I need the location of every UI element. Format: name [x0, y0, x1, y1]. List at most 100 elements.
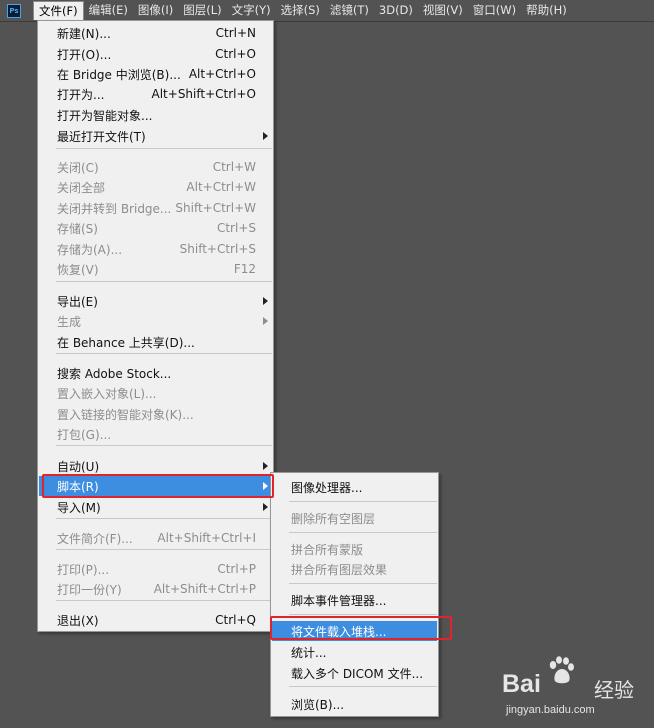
file-menu-item-label: 关闭全部 — [57, 180, 106, 195]
file-menu-item-label: 在 Bridge 中浏览(B)... — [57, 67, 181, 82]
file-menu-item-15[interactable]: 搜索 Adobe Stock... — [39, 363, 272, 383]
file-menu-item-16: 置入嵌入对象(L)... — [39, 383, 272, 403]
file-menu-item-shortcut: Ctrl+O — [215, 47, 256, 61]
menubar-help[interactable]: 帮助(H) — [521, 1, 572, 20]
menubar-filter[interactable]: 滤镜(T) — [325, 1, 374, 20]
script-menu-item-2: 拼合所有蒙版 — [272, 539, 437, 559]
file-menu-item-5[interactable]: 最近打开文件(T) — [39, 126, 272, 146]
file-menu-item-shortcut: Ctrl+P — [217, 562, 256, 576]
script-menu-item-7[interactable]: 载入多个 DICOM 文件... — [272, 663, 437, 683]
menubar-view[interactable]: 视图(V) — [418, 1, 468, 20]
file-menu-item-label: 搜索 Adobe Stock... — [57, 366, 172, 381]
submenu-arrow-icon — [263, 482, 268, 490]
file-menu-item-2[interactable]: 在 Bridge 中浏览(B)... Alt+Ctrl+O — [39, 64, 272, 84]
file-menu-item-1[interactable]: 打开(O)... Ctrl+O — [39, 44, 272, 64]
script-menu-item-8[interactable]: 浏览(B)... — [272, 694, 437, 714]
script-menu-item-label: 浏览(B)... — [291, 697, 345, 712]
file-menu-separator — [56, 445, 272, 446]
file-menu-item-8: 关闭并转到 Bridge... Shift+Ctrl+W — [39, 198, 272, 218]
file-menu-item-24: 打印一份(Y) Alt+Shift+Ctrl+P — [39, 579, 272, 599]
file-menu-item-12[interactable]: 导出(E) — [39, 291, 272, 311]
file-menu-item-shortcut: F12 — [233, 262, 256, 276]
file-menu-item-14[interactable]: 在 Behance 上共享(D)... — [39, 332, 272, 352]
file-menu-item-23: 打印(P)... Ctrl+P — [39, 559, 272, 579]
file-menu-item-label: 打开为智能对象... — [57, 108, 153, 123]
file-menu-item-label: 置入链接的智能对象(K)... — [57, 407, 194, 422]
file-menu-item-shortcut: Alt+Ctrl+W — [186, 180, 256, 194]
menubar-type[interactable]: 文字(Y) — [227, 1, 276, 20]
script-menu-separator — [289, 501, 437, 502]
file-menu-item-label: 新建(N)... — [57, 26, 111, 41]
file-menu-item-17: 置入链接的智能对象(K)... — [39, 404, 272, 424]
file-menu-item-label: 退出(X) — [57, 613, 99, 628]
baidu-jingyan-watermark: Bai 经验 jingyan.baidu.com — [500, 656, 650, 724]
file-menu-item-18: 打包(G)... — [39, 424, 272, 444]
file-menu-item-19[interactable]: 自动(U) — [39, 456, 272, 476]
script-menu-item-label: 脚本事件管理器... — [291, 593, 387, 608]
file-menu-item-label: 在 Behance 上共享(D)... — [57, 335, 195, 350]
file-menu-item-3[interactable]: 打开为... Alt+Shift+Ctrl+O — [39, 84, 272, 104]
menubar-file[interactable]: 文件(F) — [33, 1, 84, 20]
file-menu-item-shortcut: Ctrl+Q — [215, 613, 256, 627]
file-menu-item-shortcut: Alt+Ctrl+O — [188, 67, 256, 81]
file-menu-item-shortcut: Shift+Ctrl+W — [175, 201, 256, 215]
file-menu-item-label: 打开(O)... — [57, 47, 112, 62]
file-menu-item-label: 导出(E) — [57, 294, 98, 309]
file-menu-item-label: 存储(S) — [57, 221, 98, 236]
file-menu-item-label: 打印一份(Y) — [57, 582, 122, 597]
file-menu-separator — [56, 353, 272, 354]
file-menu-item-label: 导入(M) — [57, 500, 101, 515]
menubar-edit[interactable]: 编辑(E) — [84, 1, 133, 20]
file-menu-item-20[interactable]: 脚本(R) — [39, 476, 272, 496]
file-menu-item-label: 恢复(V) — [57, 262, 99, 277]
file-menu: 新建(N)... Ctrl+N 打开(O)... Ctrl+O 在 Bridge 中浏览… — [37, 20, 274, 632]
script-menu-item-0[interactable]: 图像处理器... — [272, 477, 437, 497]
file-menu-item-label: 生成 — [57, 314, 82, 329]
menubar-layer[interactable]: 图层(L) — [178, 1, 226, 20]
file-menu-item-label: 打印(P)... — [57, 562, 110, 577]
file-menu-item-label: 打开为... — [57, 87, 105, 102]
submenu-arrow-icon — [263, 317, 268, 325]
file-menu-item-4[interactable]: 打开为智能对象... — [39, 105, 272, 125]
script-menu-item-label: 拼合所有图层效果 — [291, 562, 388, 577]
file-menu-item-9: 存储(S) Ctrl+S — [39, 218, 272, 238]
menubar-3d[interactable]: 3D(D) — [374, 1, 418, 20]
file-menu-item-0[interactable]: 新建(N)... Ctrl+N — [39, 23, 272, 43]
script-menu-item-4[interactable]: 脚本事件管理器... — [272, 590, 437, 610]
file-menu-item-label: 最近打开文件(T) — [57, 129, 146, 144]
file-menu-item-shortcut: Alt+Shift+Ctrl+I — [157, 531, 256, 545]
file-menu-item-label: 打包(G)... — [57, 427, 112, 442]
script-menu-separator — [289, 686, 437, 687]
script-menu-separator — [289, 532, 437, 533]
file-menu-item-label: 文件简介(F)... — [57, 531, 133, 546]
file-menu-item-shortcut: Ctrl+S — [216, 221, 256, 235]
submenu-arrow-icon — [263, 132, 268, 140]
menubar-select[interactable]: 选择(S) — [276, 1, 325, 20]
file-menu-separator — [56, 281, 272, 282]
file-menu-item-shortcut: Ctrl+N — [215, 26, 256, 40]
script-submenu: 图像处理器... 删除所有空图层 拼合所有蒙版拼合所有图层效果 脚本事件管理器... 将… — [270, 472, 439, 717]
file-menu-item-25[interactable]: 退出(X) Ctrl+Q — [39, 610, 272, 630]
file-menu-item-11: 恢复(V) F12 — [39, 259, 272, 279]
script-menu-item-5[interactable]: 将文件载入堆栈... — [272, 621, 437, 641]
script-menu-item-label: 统计... — [291, 645, 327, 660]
file-menu-item-label: 脚本(R) — [57, 479, 99, 494]
file-menu-separator — [56, 600, 272, 601]
script-menu-item-6[interactable]: 统计... — [272, 642, 437, 662]
file-menu-item-21[interactable]: 导入(M) — [39, 497, 272, 517]
script-menu-item-1: 删除所有空图层 — [272, 508, 437, 528]
menubar-window[interactable]: 窗口(W) — [468, 1, 521, 20]
submenu-arrow-icon — [263, 503, 268, 511]
baidu-paw-icon — [549, 656, 574, 684]
file-menu-item-13: 生成 — [39, 311, 272, 331]
file-menu-item-22: 文件简介(F)... Alt+Shift+Ctrl+I — [39, 528, 272, 548]
menubar-image[interactable]: 图像(I) — [133, 1, 178, 20]
script-menu-item-label: 将文件载入堆栈... — [291, 624, 387, 639]
photoshop-logo-icon[interactable]: Ps — [7, 3, 21, 18]
file-menu-separator — [56, 518, 272, 519]
file-menu-item-label: 关闭并转到 Bridge... — [57, 201, 172, 216]
file-menu-item-label: 置入嵌入对象(L)... — [57, 386, 157, 401]
file-menu-item-10: 存储为(A)... Shift+Ctrl+S — [39, 239, 272, 259]
watermark-brand-cn: 经验 — [594, 678, 634, 702]
file-menu-item-6: 关闭(C) Ctrl+W — [39, 157, 272, 177]
